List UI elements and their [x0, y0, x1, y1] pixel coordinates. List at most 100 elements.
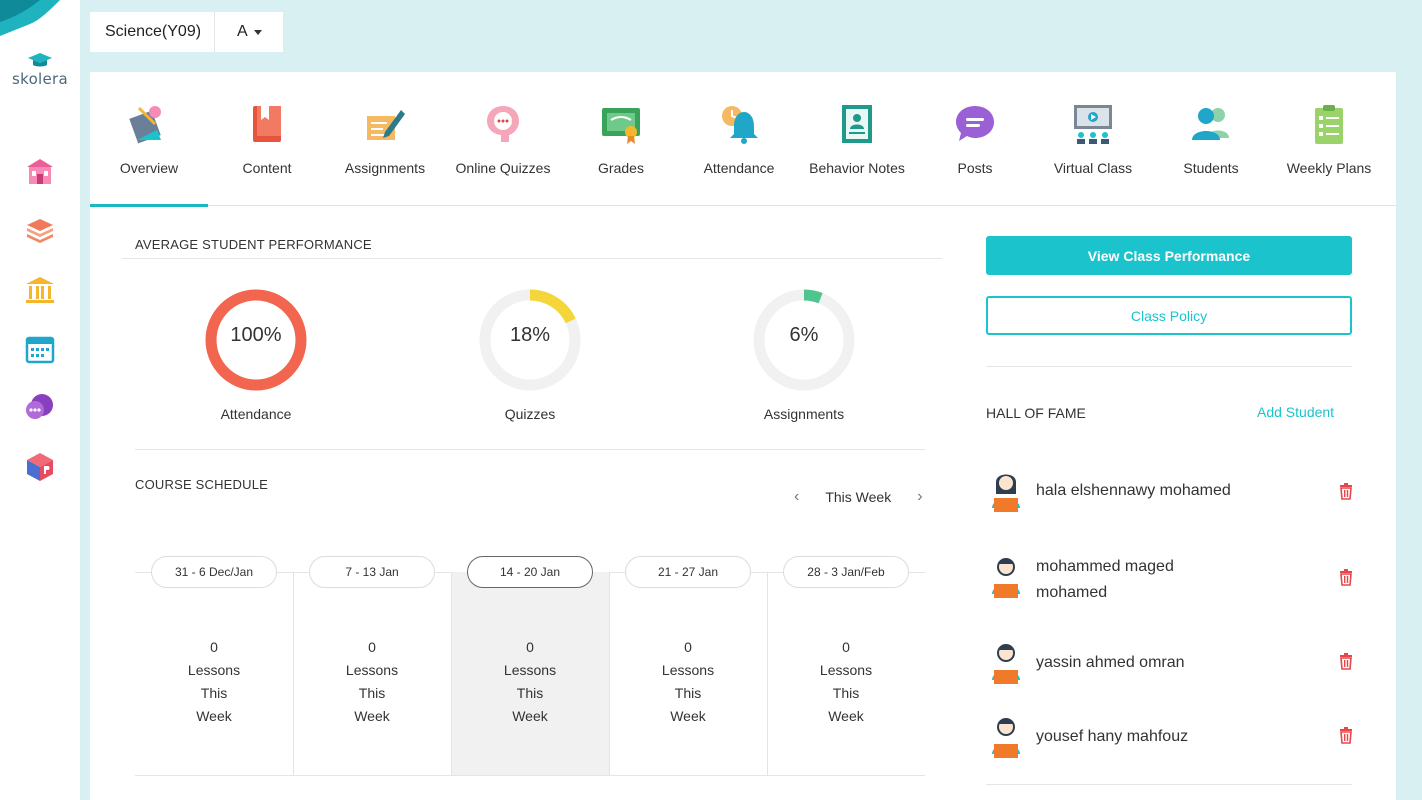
sidebar-item-courses[interactable] — [20, 211, 60, 251]
tab-grades[interactable]: Grades — [562, 72, 680, 206]
hall-of-fame-divider — [986, 366, 1352, 367]
tab-label: Attendance — [703, 160, 775, 176]
class-policy-button[interactable]: Class Policy — [986, 296, 1352, 335]
student-name: hala elshennawy mohamed — [1036, 482, 1231, 499]
tab-label: Online Quizzes — [455, 160, 551, 176]
quiz-bubble-icon — [487, 106, 519, 142]
lesson-count-line: Lessons — [345, 662, 399, 678]
student-name: mohammed maged mohamed — [1036, 558, 1174, 601]
week-lesson-count: 0 Lessons This Week — [293, 636, 451, 728]
attendance-value: 100% — [230, 324, 282, 346]
lesson-count-number: 0 — [368, 639, 376, 655]
lesson-count-line: Week — [196, 708, 232, 724]
schedule-divider — [135, 449, 925, 450]
students-icon — [1192, 108, 1229, 140]
tab-virtual-class[interactable]: Virtual Class — [1034, 72, 1152, 206]
add-student-link[interactable]: Add Student — [1257, 404, 1334, 420]
tab-online-quizzes[interactable]: Online Quizzes — [444, 72, 562, 206]
notebook-user-icon — [842, 105, 872, 143]
performance-divider — [122, 258, 942, 259]
tab-content[interactable]: Content — [208, 72, 326, 206]
calendar-icon — [25, 336, 55, 364]
week-range-pill[interactable]: 7 - 13 Jan — [309, 556, 435, 588]
lesson-count-number: 0 — [210, 639, 218, 655]
logo-text: skolera — [12, 70, 68, 88]
student-name: yousef hany mahfouz — [1036, 728, 1189, 745]
student-male-avatar — [992, 644, 1020, 684]
schedule-bottom-line — [135, 775, 925, 776]
certificate-icon — [602, 108, 640, 144]
tab-label: Weekly Plans — [1286, 160, 1372, 176]
week-column: 21 - 27 Jan 0 Lessons This Week — [609, 556, 767, 776]
assignments-label: Assignments — [763, 406, 845, 422]
week-lesson-count: 0 Lessons This Week — [135, 636, 293, 728]
week-column: 28 - 3 Jan/Feb 0 Lessons This Week — [767, 556, 925, 776]
week-nav-label[interactable]: This Week — [805, 489, 911, 505]
student-name: yassin ahmed omran — [1036, 654, 1185, 671]
tab-behavior-notes[interactable]: Behavior Notes — [798, 72, 916, 206]
sidebar-item-school[interactable] — [20, 152, 60, 192]
student-female-avatar — [992, 474, 1020, 512]
institution-icon — [26, 277, 54, 303]
lesson-count-line: This — [358, 685, 386, 701]
schedule-title: COURSE SCHEDULE — [135, 477, 269, 492]
week-navigator: ‹ This Week › — [788, 488, 929, 506]
tab-label: Assignments — [344, 160, 426, 176]
week-range-pill[interactable]: 21 - 27 Jan — [625, 556, 751, 588]
message-icon — [956, 106, 994, 141]
clipboard-list-icon — [1315, 105, 1343, 144]
trash-icon[interactable] — [1338, 726, 1354, 744]
projector-class-icon — [1074, 105, 1112, 144]
lesson-count-line: Lessons — [661, 662, 715, 678]
tab-label: Content — [242, 160, 292, 176]
school-icon — [27, 159, 53, 184]
student-male-avatar — [992, 558, 1020, 598]
next-week-chevron-icon[interactable]: › — [911, 488, 928, 506]
sidebar-item-calendar[interactable] — [20, 329, 60, 369]
sidebar-item-institution[interactable] — [20, 270, 60, 310]
chat-icon — [26, 394, 53, 419]
lesson-count-line: This — [832, 685, 860, 701]
trash-icon[interactable] — [1338, 482, 1354, 500]
lesson-count-number: 0 — [842, 639, 850, 655]
quizzes-label: Quizzes — [504, 406, 556, 422]
lesson-count-line: This — [516, 685, 544, 701]
trash-icon[interactable] — [1338, 568, 1354, 586]
week-range-pill[interactable]: 28 - 3 Jan/Feb — [783, 556, 909, 588]
pen-paper-icon — [367, 110, 405, 140]
prev-week-chevron-icon[interactable]: ‹ — [788, 488, 805, 506]
week-lesson-count: 0 Lessons This Week — [451, 636, 609, 728]
quizzes-value: 18% — [509, 324, 551, 346]
side-nav — [20, 152, 60, 506]
performance-title: AVERAGE STUDENT PERFORMANCE — [135, 237, 372, 252]
view-class-performance-button[interactable]: View Class Performance — [986, 236, 1352, 275]
trash-icon[interactable] — [1338, 652, 1354, 670]
tab-posts[interactable]: Posts — [916, 72, 1034, 206]
week-range-pill[interactable]: 14 - 20 Jan — [467, 556, 593, 588]
tab-overview[interactable]: Overview — [90, 72, 208, 207]
section-dropdown[interactable]: A — [215, 23, 262, 41]
tab-label: Overview — [119, 160, 179, 176]
tab-attendance[interactable]: Attendance — [680, 72, 798, 206]
sidebar-item-plugin[interactable] — [20, 447, 60, 487]
lesson-count-line: This — [674, 685, 702, 701]
hall-of-fame-bottom-divider — [986, 784, 1352, 785]
tab-weekly-plans[interactable]: Weekly Plans — [1270, 72, 1388, 206]
week-range-pill[interactable]: 31 - 6 Dec/Jan — [151, 556, 277, 588]
week-lesson-count: 0 Lessons This Week — [767, 636, 925, 728]
skolera-logo[interactable]: skolera — [6, 52, 74, 89]
left-sidebar: skolera — [0, 0, 80, 800]
subject-selector[interactable]: Science(Y09) — [90, 23, 214, 41]
week-column: 7 - 13 Jan 0 Lessons This Week — [293, 556, 451, 776]
tab-label: Posts — [957, 160, 993, 176]
sidebar-item-messages[interactable] — [20, 388, 60, 428]
tab-label: Students — [1183, 160, 1239, 176]
lesson-count-line: Week — [512, 708, 548, 724]
tab-assignments[interactable]: Assignments — [326, 72, 444, 206]
quizzes-gauge: 18% Quizzes — [460, 286, 600, 422]
book-icon — [253, 106, 281, 142]
hall-of-fame-title: HALL OF FAME — [986, 405, 1086, 421]
brand-corner-shape — [0, 0, 60, 36]
tab-students[interactable]: Students — [1152, 72, 1270, 206]
lesson-count-line: Lessons — [503, 662, 557, 678]
